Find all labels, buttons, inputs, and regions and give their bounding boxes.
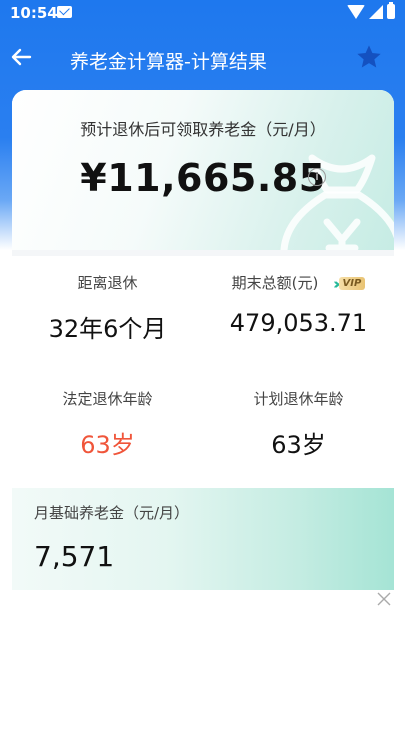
stat-legal-retirement-age: 法定退休年龄 63岁 [12, 388, 203, 460]
back-arrow-icon[interactable] [10, 46, 32, 70]
vip-badge: VIP [338, 277, 366, 290]
stat-label-row: 期末总额(元) ›› VIP [203, 272, 394, 293]
stat-value: 32年6个月 [48, 315, 167, 343]
stat-label: 距离退休 [77, 274, 138, 292]
battery-icon [387, 2, 395, 19]
basic-pension-value: 7,571 [34, 540, 115, 573]
stat-label: 计划退休年龄 [253, 390, 344, 408]
monthly-pension-amount: ¥11,665.85 [80, 156, 326, 200]
status-bar: 10:54 [0, 0, 405, 28]
vip-link[interactable]: ›› VIP [333, 274, 366, 293]
stat-planned-retirement-age: 计划退休年龄 63岁 [203, 388, 394, 460]
summary-caption: 预计退休后可领取养老金（元/月） [80, 120, 326, 139]
result-card: 预计退休后可领取养老金（元/月） ¥11,665.85 i 距离退休 32年6个… [12, 90, 394, 730]
favorite-star-icon[interactable] [355, 43, 383, 76]
basic-pension-label: 月基础养老金（元/月） [34, 504, 190, 522]
pension-summary: 预计退休后可领取养老金（元/月） ¥11,665.85 i [12, 90, 394, 290]
stat-value: 63岁 [271, 431, 326, 459]
status-time: 10:54 [10, 4, 58, 22]
stat-time-to-retirement: 距离退休 32年6个月 [12, 272, 203, 344]
stat-label: 期末总额(元) [231, 274, 319, 292]
stat-value: 479,053.71 [229, 309, 368, 337]
page-title: 养老金计算器-计算结果 [70, 51, 267, 73]
stat-final-total: 期末总额(元) ›› VIP 479,053.71 [203, 272, 394, 337]
stat-label: 法定退休年龄 [62, 390, 153, 408]
wifi-icon [347, 4, 365, 19]
stat-value: 63岁 [80, 431, 135, 459]
app-bar: 养老金计算器-计算结果 [0, 36, 405, 82]
basic-pension-section: 月基础养老金（元/月） 7,571 [12, 488, 394, 590]
signal-icon [369, 4, 383, 19]
info-icon[interactable]: i [308, 168, 326, 186]
status-icons [347, 2, 395, 19]
double-chevron-icon: ›› [333, 274, 341, 293]
close-icon[interactable] [376, 590, 392, 610]
stats-grid: 距离退休 32年6个月 期末总额(元) ›› VIP 479,053.71 法定… [12, 256, 394, 488]
mail-icon [57, 6, 72, 18]
